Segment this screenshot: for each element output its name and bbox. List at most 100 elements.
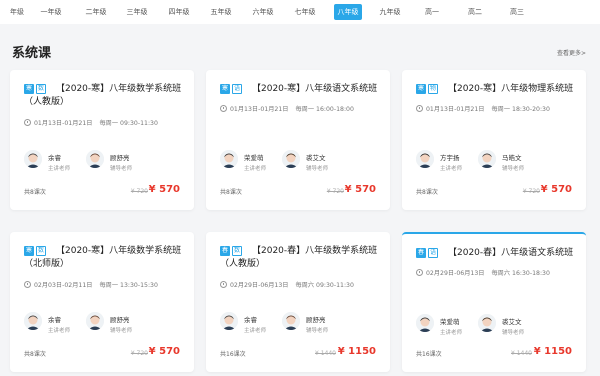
- teacher-name: 顾舒亮: [110, 316, 130, 324]
- grade-tab-10[interactable]: 高一: [421, 4, 443, 20]
- course-card[interactable]: 寒数【2020-寒】八年级数学系统班（北师版） 02月03日-02月11日 每周一 …: [10, 232, 194, 372]
- current-price: ¥ 570: [540, 184, 572, 195]
- avatar: [478, 314, 496, 332]
- avatar: [416, 150, 434, 168]
- grade-tab-6[interactable]: 六年级: [250, 4, 276, 20]
- clock-icon: [220, 281, 227, 288]
- original-price: ¥ 1440: [315, 350, 336, 357]
- teacher-name: 裘艾文: [306, 154, 326, 162]
- course-card[interactable]: 春数【2020-春】八年级数学系统班（人教版） 02月29日-06月13日 每周六 …: [206, 232, 390, 372]
- teacher-name: 顾舒亮: [306, 316, 326, 324]
- grade-tab-7[interactable]: 七年级: [292, 4, 318, 20]
- course-date: 01月13日-01月21日: [230, 106, 289, 113]
- teacher-role: 主讲老师: [440, 166, 463, 172]
- avatar: [86, 312, 104, 330]
- lesson-count: 共8课次: [24, 351, 46, 358]
- teacher-role: 主讲老师: [244, 328, 267, 334]
- course-date: 01月13日-01月21日: [426, 106, 485, 113]
- assistant-teacher: 裘艾文 辅导老师: [282, 150, 352, 176]
- course-schedule: 01月13日-01月21日 每周一 16:00-18:00: [220, 104, 354, 113]
- course-time: 每周一 18:30-20:30: [491, 106, 550, 113]
- card-footer: 共8课次 ¥ 720 ¥ 570: [24, 346, 180, 360]
- card-footer: 共16课次 ¥ 1440 ¥ 1150: [220, 346, 376, 360]
- lesson-count: 共8课次: [220, 189, 242, 196]
- teacher-name: 余睿: [48, 154, 61, 162]
- original-price: ¥ 1440: [511, 350, 532, 357]
- original-price: ¥ 720: [130, 188, 148, 195]
- course-title[interactable]: 【2020-寒】八年级数学系统班（北师版）: [24, 245, 186, 271]
- course-title[interactable]: 【2020-寒】八年级物理系统班: [416, 83, 578, 96]
- card-footer: 共8课次 ¥ 720 ¥ 570: [220, 184, 376, 198]
- avatar: [478, 150, 496, 168]
- teacher-name: 方宇扬: [440, 154, 460, 162]
- view-more-link[interactable]: 查看更多>: [557, 48, 586, 57]
- original-price: ¥ 720: [130, 350, 148, 357]
- card-footer: 共16课次 ¥ 1440 ¥ 1150: [416, 346, 572, 360]
- assistant-teacher: 顾舒亮 辅导老师: [282, 312, 352, 338]
- course-card[interactable]: 寒语【2020-寒】八年级语文系统班 01月13日-01月21日 每周一 16:00…: [206, 70, 390, 210]
- course-title[interactable]: 【2020-寒】八年级数学系统班（人教版）: [24, 83, 186, 109]
- course-card[interactable]: 寒物【2020-寒】八年级物理系统班 01月13日-01月21日 每周一 18:30…: [402, 70, 586, 210]
- teacher-role: 辅导老师: [502, 166, 525, 172]
- clock-icon: [220, 105, 227, 112]
- course-time: 每周一 13:30-15:30: [99, 282, 158, 289]
- course-card[interactable]: 寒数【2020-寒】八年级数学系统班（人教版） 01月13日-01月21日 每周一 …: [10, 70, 194, 210]
- lesson-count: 共16课次: [416, 351, 442, 358]
- assistant-teacher: 马皓文 辅导老师: [478, 150, 548, 176]
- current-price: ¥ 1150: [337, 346, 376, 357]
- teacher-role: 主讲老师: [244, 166, 267, 172]
- grade-tab-label[interactable]: 年级: [6, 4, 28, 20]
- avatar: [282, 150, 300, 168]
- current-price: ¥ 570: [148, 346, 180, 357]
- grade-tab-9[interactable]: 九年级: [377, 4, 403, 20]
- course-date: 02月29日-06月13日: [230, 282, 289, 289]
- card-footer: 共8课次 ¥ 720 ¥ 570: [416, 184, 572, 198]
- grade-tab-5[interactable]: 五年级: [208, 4, 234, 20]
- course-card[interactable]: 春语【2020-春】八年级语文系统班 02月29日-06月13日 每周六 16:30…: [402, 232, 586, 372]
- original-price: ¥ 720: [522, 188, 540, 195]
- grade-tab-8-active[interactable]: 八年级: [334, 4, 362, 20]
- course-title[interactable]: 【2020-春】八年级数学系统班（人教版）: [220, 245, 382, 271]
- grade-tab-11[interactable]: 高二: [464, 4, 486, 20]
- teacher-name: 余睿: [48, 316, 61, 324]
- main-teacher: 荣爱萌 主讲老师: [220, 150, 290, 176]
- grade-tab-3[interactable]: 三年级: [124, 4, 150, 20]
- avatar: [24, 150, 42, 168]
- main-teacher: 方宇扬 主讲老师: [416, 150, 486, 176]
- course-time: 每周六 09:30-11:30: [295, 282, 354, 289]
- main-teacher: 荣爱萌 主讲老师: [416, 314, 486, 340]
- grade-tab-1[interactable]: 一年级: [38, 4, 64, 20]
- original-price: ¥ 720: [326, 188, 344, 195]
- avatar: [282, 312, 300, 330]
- teacher-role: 辅导老师: [306, 166, 329, 172]
- course-date: 02月29日-06月13日: [426, 270, 485, 277]
- avatar: [416, 314, 434, 332]
- assistant-teacher: 顾舒亮 辅导老师: [86, 312, 156, 338]
- clock-icon: [24, 119, 31, 126]
- course-schedule: 01月13日-01月21日 每周一 09:30-11:30: [24, 118, 158, 127]
- course-schedule: 02月29日-06月13日 每周六 16:30-18:30: [416, 268, 550, 277]
- course-title[interactable]: 【2020-寒】八年级语文系统班: [220, 83, 382, 96]
- course-date: 02月03日-02月11日: [34, 282, 93, 289]
- teacher-name: 荣爱萌: [244, 154, 264, 162]
- lesson-count: 共16课次: [220, 351, 246, 358]
- grade-tab-12[interactable]: 高三: [506, 4, 528, 20]
- current-price: ¥ 570: [344, 184, 376, 195]
- teacher-role: 辅导老师: [110, 328, 133, 334]
- teacher-role: 辅导老师: [110, 166, 133, 172]
- teacher-name: 顾舒亮: [110, 154, 130, 162]
- course-schedule: 02月03日-02月11日 每周一 13:30-15:30: [24, 280, 158, 289]
- grade-tab-4[interactable]: 四年级: [166, 4, 192, 20]
- teacher-role: 主讲老师: [440, 330, 463, 336]
- teacher-name: 裘艾文: [502, 318, 522, 326]
- course-title[interactable]: 【2020-春】八年级语文系统班: [416, 247, 578, 260]
- course-time: 每周一 09:30-11:30: [99, 120, 158, 127]
- grade-tab-2[interactable]: 二年级: [83, 4, 109, 20]
- avatar: [220, 312, 238, 330]
- main-teacher: 余睿 主讲老师: [24, 312, 94, 338]
- clock-icon: [416, 269, 423, 276]
- lesson-count: 共8课次: [416, 189, 438, 196]
- grade-filter-bar: 年级 一年级 二年级 三年级 四年级 五年级 六年级 七年级 八年级 九年级 高…: [0, 0, 600, 24]
- main-teacher: 余睿 主讲老师: [24, 150, 94, 176]
- lesson-count: 共8课次: [24, 189, 46, 196]
